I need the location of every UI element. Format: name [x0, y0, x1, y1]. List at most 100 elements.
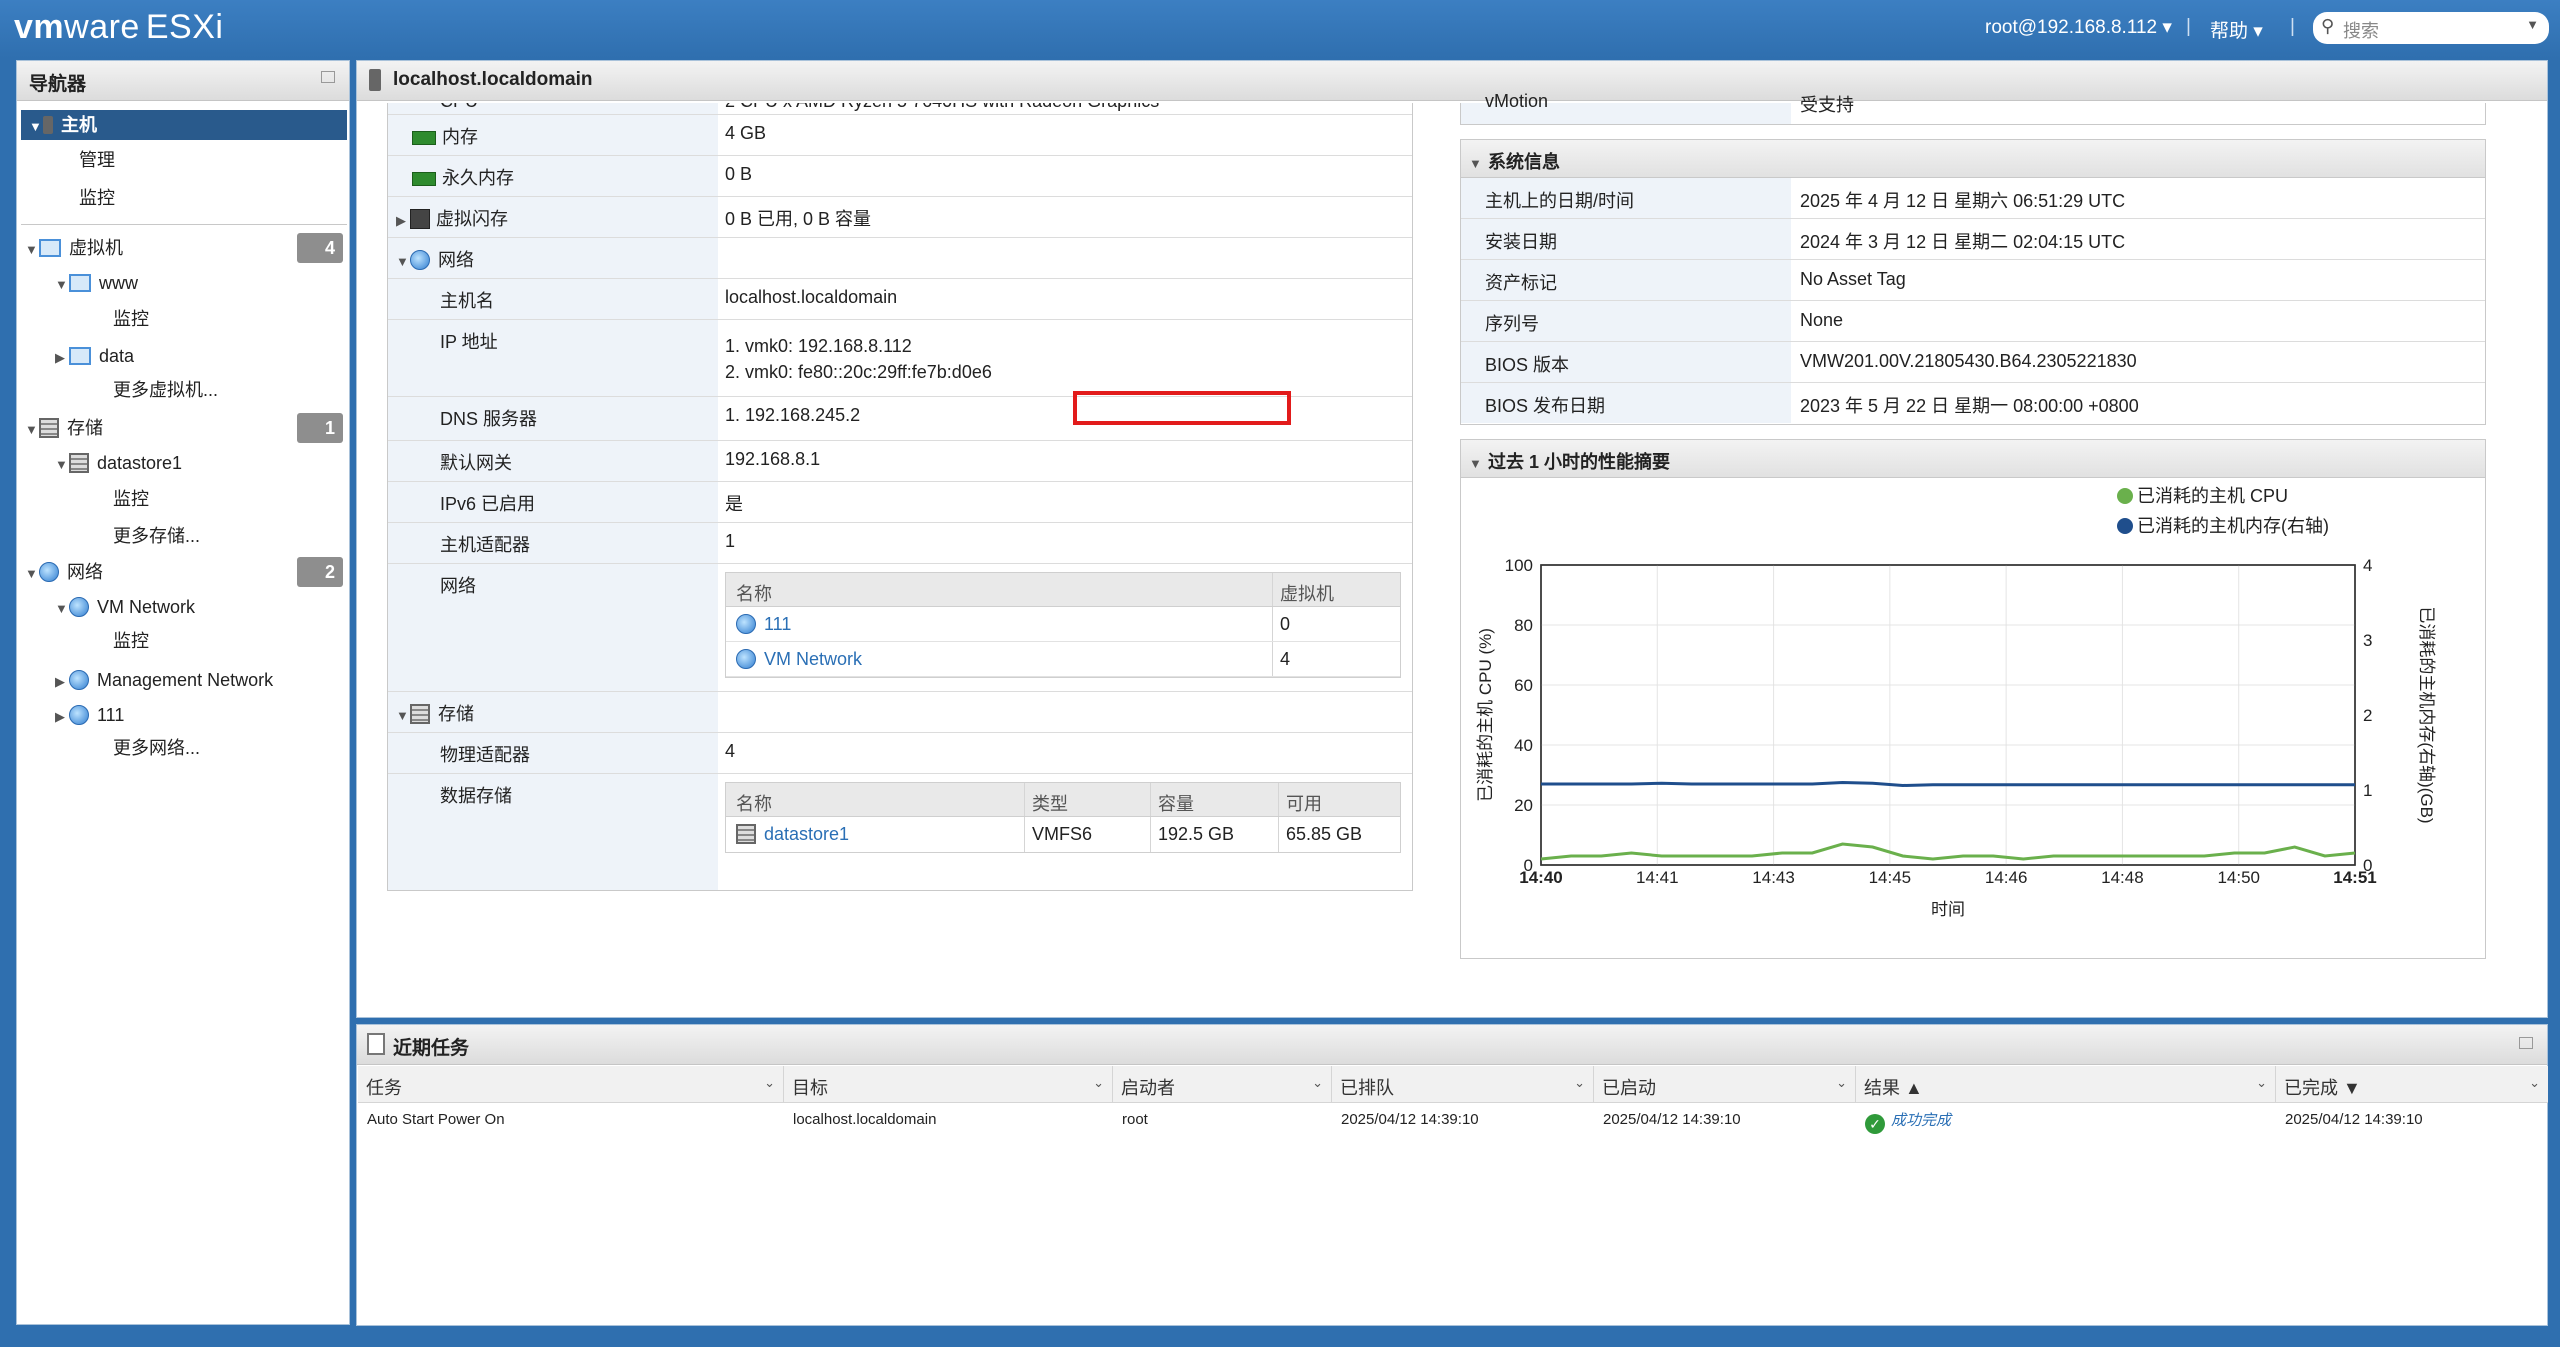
hw-row-storage[interactable]: ▼ 存储 [388, 692, 1412, 733]
column-header[interactable]: 虚拟机 [1280, 580, 1334, 606]
chevron-down-icon[interactable]: ▼ [2526, 17, 2539, 32]
column-header-task[interactable]: 任务 ⌄ [358, 1066, 784, 1103]
caret-right-icon[interactable]: ▶ [55, 343, 69, 373]
caret-down-icon[interactable]: ▼ [29, 112, 43, 142]
section-header[interactable]: ▼ 过去 1 小时的性能摘要 [1461, 440, 2485, 478]
nav-item-label: www [99, 273, 138, 293]
nav-item-label: 存储 [67, 418, 103, 438]
caret-down-icon[interactable]: ▼ [25, 559, 39, 589]
host-icon [43, 116, 53, 134]
column-divider [1150, 783, 1151, 816]
row-value: 2025 年 4 月 12 日 星期六 06:51:29 UTC [1800, 191, 2126, 211]
row-label: 虚拟闪存 [436, 209, 508, 229]
nav-item-vm-data[interactable]: ▶ data [55, 341, 134, 371]
caret-down-icon[interactable]: ▼ [55, 450, 69, 480]
nav-item-vm-www[interactable]: ▼ www [55, 268, 138, 298]
nav-item-storage[interactable]: ▼ 存储 1 [17, 413, 347, 443]
datastore-link[interactable]: datastore1 [764, 824, 849, 844]
column-header[interactable]: 类型 [1032, 790, 1068, 816]
caret-right-icon[interactable]: ▶ [396, 213, 410, 229]
nav-item-vm-monitor[interactable]: 监控 [113, 304, 149, 334]
column-header[interactable]: 可用 [1286, 790, 1322, 816]
hw-row-vflash[interactable]: ▶ 虚拟闪存 0 B 已用, 0 B 容量 [388, 197, 1412, 238]
caret-down-icon[interactable]: ▼ [55, 594, 69, 624]
nav-item-vms[interactable]: ▼ 虚拟机 4 [17, 233, 347, 263]
info-row: 资产标记 No Asset Tag [1461, 260, 2485, 301]
collapse-icon[interactable] [321, 71, 335, 83]
nav-item-vm-network[interactable]: ▼ VM Network [55, 592, 195, 622]
row-label: 资产标记 [1461, 260, 1791, 300]
user-menu[interactable]: root@192.168.8.112 ▾ [1985, 16, 2172, 39]
chevron-down-icon[interactable]: ⌄ [2529, 1075, 2540, 1091]
chevron-down-icon[interactable]: ⌄ [2256, 1075, 2267, 1091]
caret-down-icon[interactable]: ▼ [55, 270, 69, 300]
collapse-icon[interactable] [2519, 1037, 2533, 1049]
network-link[interactable]: VM Network [764, 649, 862, 669]
navigator-title: 导航器 [29, 74, 87, 95]
help-menu[interactable]: 帮助 ▾ [2210, 16, 2263, 43]
column-header[interactable]: 名称 [736, 580, 772, 606]
y2-tick-label: 2 [2363, 706, 2372, 725]
nav-item-label: Management Network [97, 670, 274, 690]
chevron-down-icon[interactable]: ⌄ [764, 1075, 775, 1091]
row-label: vMotion [1485, 91, 1549, 111]
count-badge: 1 [297, 413, 343, 443]
chevron-down-icon[interactable]: ⌄ [1836, 1075, 1847, 1091]
nav-item-network-monitor[interactable]: 监控 [113, 626, 149, 656]
nav-item-more-storage[interactable]: 更多存储... [113, 521, 200, 551]
memory-icon [412, 172, 436, 186]
y-tick-label: 20 [1514, 796, 1533, 815]
nav-item-storage-monitor[interactable]: 监控 [113, 484, 149, 514]
nav-item-datastore1[interactable]: ▼ datastore1 [55, 448, 182, 478]
nav-item-host[interactable]: ▼ 主机 [21, 110, 347, 140]
row-label: 内存 [442, 127, 478, 147]
column-header-target[interactable]: 目标 ⌄ [784, 1066, 1113, 1103]
section-title: 系统信息 [1488, 152, 1561, 172]
column-header-queued[interactable]: 已排队 ⌄ [1332, 1066, 1594, 1103]
x-tick-label: 14:50 [2217, 868, 2260, 887]
nav-item-management-network[interactable]: ▶ Management Network [55, 665, 273, 695]
recent-tasks-panel: 近期任务 任务 ⌄ 目标 ⌄ 启动者 ⌄ 已排队 ⌄ 已启动 ⌄ 结果 ▲ ⌄ 已完成 ▼ ⌄… [356, 1024, 2548, 1326]
nav-item-more-vms[interactable]: 更多虚拟机... [113, 375, 218, 405]
nav-item-more-networks[interactable]: 更多网络... [113, 733, 200, 763]
section-header[interactable]: ▼ 系统信息 [1461, 140, 2485, 178]
row-label: IP 地址 [440, 332, 498, 352]
caret-down-icon[interactable]: ▼ [396, 708, 410, 723]
caret-right-icon[interactable]: ▶ [55, 702, 69, 732]
caret-down-icon[interactable]: ▼ [25, 415, 39, 445]
hw-row-network[interactable]: ▼ 网络 [388, 238, 1412, 279]
nav-item-monitor[interactable]: 监控 [79, 183, 115, 213]
navigator-header: 导航器 [17, 61, 349, 101]
vmware-esxi-logo[interactable]: vmware ESXi [14, 8, 223, 47]
chevron-down-icon[interactable]: ⌄ [1312, 1075, 1323, 1091]
column-header-result[interactable]: 结果 ▲ ⌄ [1856, 1066, 2276, 1103]
nav-item-network[interactable]: ▼ 网络 2 [17, 557, 347, 587]
caret-right-icon[interactable]: ▶ [55, 667, 69, 697]
network-link[interactable]: 111 [764, 614, 791, 634]
column-header-started[interactable]: 已启动 ⌄ [1594, 1066, 1856, 1103]
caret-down-icon[interactable]: ▼ [396, 254, 410, 269]
caret-down-icon[interactable]: ▼ [25, 235, 39, 265]
hw-row-networks: 网络 名称 虚拟机 111 0 VM Network 4 [388, 564, 1412, 692]
nav-item-network-111[interactable]: ▶ 111 [55, 700, 124, 730]
chevron-down-icon[interactable]: ⌄ [1093, 1075, 1104, 1091]
row-label: 网络 [438, 250, 474, 270]
column-header-completed[interactable]: 已完成 ▼ ⌄ [2276, 1066, 2548, 1103]
legend-marker [2117, 488, 2133, 504]
caret-down-icon[interactable]: ▼ [1469, 156, 1483, 171]
row-value: 受支持 [1800, 95, 1854, 115]
caret-down-icon[interactable]: ▼ [1469, 456, 1483, 471]
nav-item-manage[interactable]: 管理 [79, 145, 115, 175]
row-value: 0 B 已用, 0 B 容量 [725, 209, 872, 229]
row-label: 网络 [440, 576, 476, 596]
x-tick-label: 14:40 [1519, 868, 1562, 887]
search-input[interactable]: ⚲ 搜索 ▼ [2313, 12, 2549, 44]
column-header[interactable]: 容量 [1158, 790, 1194, 816]
network-icon [410, 250, 430, 270]
info-row: 主机上的日期/时间 2025 年 4 月 12 日 星期六 06:51:29 UT… [1461, 178, 2485, 219]
brand-product: ESXi [145, 8, 224, 46]
column-header[interactable]: 名称 [736, 790, 772, 816]
column-header-initiator[interactable]: 启动者 ⌄ [1113, 1066, 1332, 1103]
host-panel-header: localhost.localdomain [357, 61, 2547, 101]
chevron-down-icon[interactable]: ⌄ [1574, 1075, 1585, 1091]
